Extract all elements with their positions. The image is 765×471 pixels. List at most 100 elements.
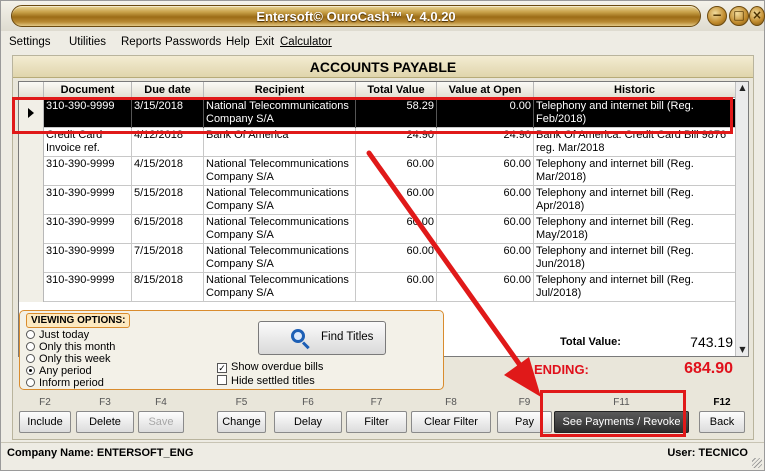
- radio-any-period[interactable]: Any period: [26, 365, 92, 377]
- column-header-document[interactable]: Document: [44, 82, 132, 98]
- filter-button[interactable]: F7 Filter: [346, 397, 407, 437]
- cell-due-date[interactable]: 6/15/2018: [132, 215, 204, 244]
- vertical-scrollbar[interactable]: ▲ ▼: [735, 82, 748, 356]
- column-header-total-value[interactable]: Total Value: [356, 82, 437, 98]
- cell-historic[interactable]: Telephony and internet bill (Reg. Feb/20…: [534, 99, 736, 128]
- cell-total-value[interactable]: 58.29: [356, 99, 437, 128]
- cell-historic[interactable]: Telephony and internet bill (Reg. May/20…: [534, 215, 736, 244]
- menu-utilities[interactable]: Utilities: [69, 36, 106, 48]
- table-row[interactable]: 310-390-9999 5/15/2018 National Telecommun…: [19, 186, 736, 215]
- row-indicator[interactable]: [19, 244, 44, 273]
- table-row[interactable]: 310-390-9999 4/15/2018 National Telecommun…: [19, 157, 736, 186]
- cell-due-date[interactable]: 4/12/2018: [132, 128, 204, 157]
- radio-icon: [26, 330, 35, 339]
- cell-recipient[interactable]: National Telecommunications Company S/A: [204, 157, 356, 186]
- menu-passwords[interactable]: Passwords: [165, 36, 221, 48]
- total-value: 743.19: [690, 334, 733, 350]
- cell-total-value[interactable]: 24.90: [356, 128, 437, 157]
- delete-button[interactable]: F3 Delete: [76, 397, 134, 437]
- cell-document[interactable]: 310-390-9999: [44, 186, 132, 215]
- cell-due-date[interactable]: 5/15/2018: [132, 186, 204, 215]
- clear-filter-button[interactable]: F8 Clear Filter: [411, 397, 491, 437]
- radio-only-this-month[interactable]: Only this month: [26, 341, 115, 353]
- radio-only-this-week[interactable]: Only this week: [26, 353, 111, 365]
- cell-due-date[interactable]: 7/15/2018: [132, 244, 204, 273]
- cell-document[interactable]: 310-390-9999: [44, 99, 132, 128]
- column-header-value-at-open[interactable]: Value at Open: [437, 82, 534, 98]
- status-bar: Company Name: ENTERSOFT_ENG User: TECNIC…: [1, 442, 764, 470]
- close-button[interactable]: ×: [749, 6, 765, 26]
- table-row[interactable]: 310-390-9999 7/15/2018 National Telecommun…: [19, 244, 736, 273]
- cell-total-value[interactable]: 60.00: [356, 157, 437, 186]
- back-button[interactable]: F12 Back: [699, 397, 745, 437]
- show-overdue-bills-checkbox[interactable]: ✓ Show overdue bills: [217, 361, 323, 374]
- cell-due-date[interactable]: 8/15/2018: [132, 273, 204, 302]
- menu-help[interactable]: Help: [226, 36, 250, 48]
- cell-recipient[interactable]: National Telecommunications Company S/A: [204, 244, 356, 273]
- column-header-historic[interactable]: Historic: [534, 82, 736, 98]
- cell-value-at-open[interactable]: 60.00: [437, 215, 534, 244]
- cell-value-at-open[interactable]: 60.00: [437, 244, 534, 273]
- row-indicator[interactable]: [19, 128, 44, 157]
- pay-button[interactable]: F9 Pay: [497, 397, 552, 437]
- cell-total-value[interactable]: 60.00: [356, 186, 437, 215]
- cell-value-at-open[interactable]: 60.00: [437, 157, 534, 186]
- include-button[interactable]: F2 Include: [19, 397, 71, 437]
- cell-historic[interactable]: Telephony and internet bill (Reg. Jul/20…: [534, 273, 736, 302]
- radio-just-today[interactable]: Just today: [26, 329, 89, 341]
- scroll-down-icon[interactable]: ▼: [737, 344, 748, 356]
- delay-button[interactable]: F6 Delay: [274, 397, 342, 437]
- menu-calculator[interactable]: Calculator: [280, 36, 332, 48]
- cell-document[interactable]: 310-390-9999: [44, 157, 132, 186]
- cell-due-date[interactable]: 4/15/2018: [132, 157, 204, 186]
- minimize-button[interactable]: −: [707, 6, 727, 26]
- close-icon: ×: [751, 8, 763, 22]
- menu-settings[interactable]: Settings: [9, 36, 51, 48]
- find-titles-button[interactable]: Find Titles: [258, 321, 386, 355]
- row-indicator[interactable]: [19, 157, 44, 186]
- menu-reports[interactable]: Reports: [121, 36, 161, 48]
- save-button[interactable]: F4 Save: [138, 397, 184, 437]
- cell-document[interactable]: 310-390-9999: [44, 273, 132, 302]
- cell-historic[interactable]: Telephony and internet bill (Reg. Apr/20…: [534, 186, 736, 215]
- row-indicator[interactable]: [19, 186, 44, 215]
- change-button[interactable]: F5 Change: [217, 397, 266, 437]
- title-bar[interactable]: Entersoft© OuroCash™ v. 4.0.20 − □ ×: [1, 1, 765, 31]
- row-indicator[interactable]: [19, 273, 44, 302]
- resize-grip-icon[interactable]: [752, 458, 762, 468]
- scroll-up-icon[interactable]: ▲: [737, 82, 748, 94]
- see-payments-revoke-button[interactable]: F11 See Payments / Revoke: [554, 397, 689, 437]
- cell-value-at-open[interactable]: 60.00: [437, 186, 534, 215]
- cell-historic[interactable]: Telephony and internet bill (Reg. Mar/20…: [534, 157, 736, 186]
- cell-total-value[interactable]: 60.00: [356, 215, 437, 244]
- cell-recipient[interactable]: Bank Of America: [204, 128, 356, 157]
- table-row[interactable]: 310-390-9999 8/15/2018 National Telecommun…: [19, 273, 736, 302]
- row-indicator[interactable]: [19, 99, 44, 128]
- cell-value-at-open[interactable]: 0.00: [437, 99, 534, 128]
- cell-value-at-open[interactable]: 60.00: [437, 273, 534, 302]
- cell-document[interactable]: 310-390-9999: [44, 215, 132, 244]
- radio-inform-period[interactable]: Inform period: [26, 377, 104, 389]
- cell-value-at-open[interactable]: 24.90: [437, 128, 534, 157]
- cell-recipient[interactable]: National Telecommunications Company S/A: [204, 215, 356, 244]
- cell-historic[interactable]: Bank Of America: Credit Card Bill 9876 r…: [534, 128, 736, 157]
- cell-document[interactable]: Credit Card Invoice ref.: [44, 128, 132, 157]
- table-row-selected[interactable]: 310-390-9999 3/15/2018 National Telecommun…: [19, 99, 736, 128]
- menu-exit[interactable]: Exit: [255, 36, 274, 48]
- cell-due-date[interactable]: 3/15/2018: [132, 99, 204, 128]
- maximize-button[interactable]: □: [729, 6, 749, 26]
- cell-recipient[interactable]: National Telecommunications Company S/A: [204, 186, 356, 215]
- row-indicator[interactable]: [19, 215, 44, 244]
- table-row[interactable]: 310-390-9999 6/15/2018 National Telecommun…: [19, 215, 736, 244]
- cell-recipient[interactable]: National Telecommunications Company S/A: [204, 273, 356, 302]
- cell-document[interactable]: 310-390-9999: [44, 244, 132, 273]
- column-header-recipient[interactable]: Recipient: [204, 82, 356, 98]
- column-header-due-date[interactable]: Due date: [132, 82, 204, 98]
- table-row[interactable]: Credit Card Invoice ref. 4/12/2018 Bank Of…: [19, 128, 736, 157]
- hide-settled-titles-checkbox[interactable]: Hide settled titles: [217, 375, 315, 388]
- cell-historic[interactable]: Telephony and internet bill (Reg. Jun/20…: [534, 244, 736, 273]
- minimize-icon: −: [711, 8, 723, 22]
- cell-total-value[interactable]: 60.00: [356, 273, 437, 302]
- cell-recipient[interactable]: National Telecommunications Company S/A: [204, 99, 356, 128]
- cell-total-value[interactable]: 60.00: [356, 244, 437, 273]
